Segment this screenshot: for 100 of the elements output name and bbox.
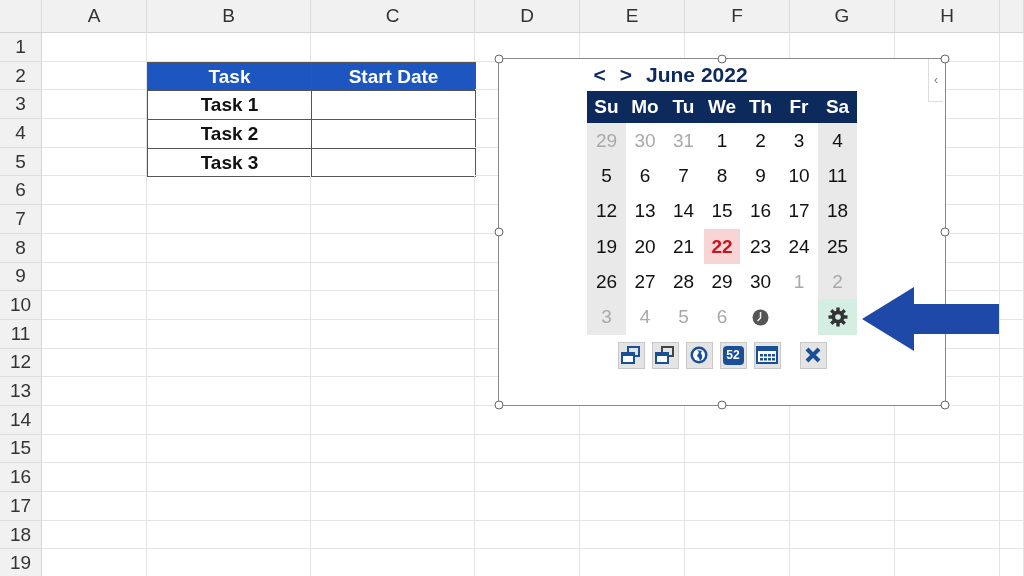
worksheet-cell[interactable] [580,520,685,550]
worksheet-cell[interactable] [685,463,790,492]
worksheet-cell[interactable] [1000,405,1024,435]
day-cell[interactable]: 11 [818,158,857,194]
column-header[interactable]: F [685,0,790,33]
worksheet-cell[interactable] [311,405,475,435]
worksheet-cell[interactable] [147,492,311,521]
row-header[interactable]: 17 [0,492,42,521]
worksheet-cell[interactable] [1000,291,1024,320]
calendar-button[interactable] [753,341,781,369]
worksheet-cell[interactable] [147,233,311,263]
worksheet-cell[interactable] [790,520,895,550]
worksheet-cell[interactable] [147,176,311,206]
row-header[interactable]: 3 [0,90,42,120]
row-header[interactable]: 16 [0,463,42,492]
worksheet-cell[interactable] [147,434,311,464]
worksheet-cell[interactable] [42,176,147,206]
worksheet-cell[interactable] [895,463,1000,492]
worksheet-cell[interactable] [311,492,475,521]
resize-handle[interactable] [494,227,504,237]
row-header[interactable]: 18 [0,520,42,550]
worksheet-cell[interactable] [42,233,147,263]
worksheet-cell[interactable] [475,492,580,521]
worksheet-cell[interactable] [42,291,147,320]
column-header[interactable]: D [475,0,580,33]
resize-handle[interactable] [940,227,950,237]
worksheet-cell[interactable] [1000,119,1024,148]
row-header[interactable]: 2 [0,61,42,91]
window-button[interactable] [617,341,645,369]
worksheet-cell[interactable] [147,205,311,234]
worksheet-cell[interactable] [475,463,580,492]
resize-handle[interactable] [940,54,950,64]
globe-button[interactable] [685,341,713,369]
clock-icon[interactable] [752,308,769,326]
worksheet-cell[interactable] [42,434,147,464]
worksheet-cell[interactable] [311,33,475,62]
worksheet-cell[interactable] [42,33,147,62]
worksheet-cell[interactable] [475,520,580,550]
worksheet-cell[interactable] [311,520,475,550]
worksheet-cell[interactable] [147,291,311,320]
worksheet-cell[interactable] [311,291,475,320]
worksheet-cell[interactable] [147,33,311,62]
settings-button[interactable] [818,299,857,335]
worksheet-cell[interactable] [42,463,147,492]
worksheet-cell[interactable] [790,434,895,464]
day-cell[interactable]: 25 [818,228,857,265]
row-header[interactable]: 5 [0,147,42,177]
day-cell[interactable]: 26 [587,264,626,300]
worksheet-cell[interactable] [311,176,475,206]
worksheet-cell[interactable] [1000,205,1024,234]
worksheet-cell[interactable] [42,262,147,292]
worksheet-cell[interactable] [895,492,1000,521]
day-cell[interactable]: 12 [587,193,626,229]
column-header[interactable]: H [895,0,1000,33]
row-header[interactable]: 14 [0,405,42,435]
worksheet-cell[interactable] [1000,90,1024,120]
day-cell[interactable]: 19 [587,228,626,265]
row-header[interactable]: 9 [0,262,42,292]
worksheet-cell[interactable] [42,492,147,521]
worksheet-cell[interactable] [147,348,311,378]
worksheet-cell[interactable] [790,463,895,492]
worksheet-cell[interactable] [1000,434,1024,464]
previous-month-button[interactable]: < [593,63,606,87]
worksheet-cell[interactable] [147,319,311,349]
worksheet-cell[interactable] [42,348,147,378]
column-header[interactable]: C [311,0,475,33]
worksheet-cell[interactable] [1000,61,1024,91]
worksheet-cell[interactable] [1000,147,1024,177]
worksheet-cell[interactable] [895,520,1000,550]
row-header[interactable]: 11 [0,319,42,349]
week-number-button[interactable]: 52 [719,341,747,369]
worksheet-cell[interactable] [1000,520,1024,550]
worksheet-cell[interactable] [1000,262,1024,292]
collapse-tab[interactable]: ‹ [928,59,943,102]
worksheet-cell[interactable] [42,377,147,406]
day-cell[interactable]: 5 [587,158,626,194]
worksheet-cell[interactable] [685,520,790,550]
resize-handle[interactable] [940,400,950,410]
resize-handle[interactable] [717,54,727,64]
worksheet-cell[interactable] [1000,319,1024,349]
worksheet-cell[interactable] [42,405,147,435]
row-header[interactable]: 13 [0,377,42,406]
resize-handle[interactable] [494,54,504,64]
worksheet-cell[interactable] [311,348,475,378]
column-header[interactable]: E [580,0,685,33]
worksheet-cell[interactable] [147,262,311,292]
select-all-corner[interactable] [0,0,42,33]
worksheet-cell[interactable] [311,463,475,492]
worksheet-cell[interactable] [311,377,475,406]
worksheet-cell[interactable] [1000,33,1024,62]
row-header[interactable]: 6 [0,176,42,206]
worksheet-cell[interactable] [580,492,685,521]
column-header[interactable]: B [147,0,311,33]
worksheet-cell[interactable] [580,434,685,464]
worksheet-cell[interactable] [1000,348,1024,378]
row-header[interactable]: 19 [0,549,42,576]
worksheet-cell[interactable] [1000,233,1024,263]
worksheet-cell[interactable] [42,319,147,349]
worksheet-cell[interactable] [42,205,147,234]
row-header[interactable]: 4 [0,119,42,148]
